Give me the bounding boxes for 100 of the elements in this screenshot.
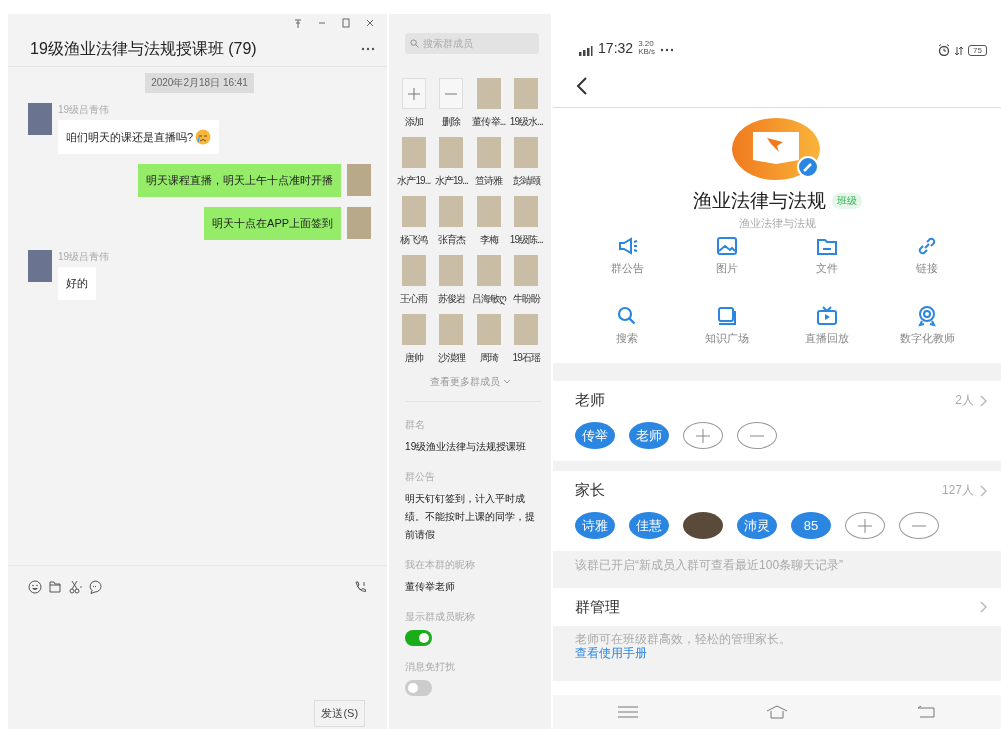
- plus-icon: [857, 517, 874, 534]
- member-name: 彭靖颐: [512, 174, 540, 188]
- feature-button[interactable]: 文件: [777, 233, 877, 293]
- tv-icon: [814, 304, 840, 328]
- scissors-icon[interactable]: [68, 580, 82, 594]
- member-name: 王心雨: [400, 292, 428, 306]
- add-member-button[interactable]: [845, 512, 886, 539]
- close-icon[interactable]: [365, 18, 376, 28]
- alarm-clock-icon: [938, 44, 951, 56]
- member-name: 水产19...: [397, 174, 431, 188]
- chat-bubble-icon[interactable]: [88, 580, 102, 594]
- member-name: 沙漠狸: [437, 351, 465, 365]
- more-members-link[interactable]: 查看更多群成员: [395, 375, 546, 389]
- chevron-right-icon[interactable]: [980, 484, 987, 497]
- maximize-icon[interactable]: [341, 18, 352, 28]
- message-bubble: 明天十点在APP上面签到: [204, 207, 342, 240]
- section-title: 老师: [575, 391, 606, 410]
- minus-icon: [749, 434, 766, 437]
- message-bubble: 好的: [58, 267, 96, 300]
- menu-icon[interactable]: [615, 705, 640, 719]
- toggle-switch[interactable]: [405, 680, 433, 696]
- phone-call-icon[interactable]: [353, 580, 368, 594]
- group-logo-icon[interactable]: [732, 118, 823, 180]
- back-icon[interactable]: [575, 76, 590, 95]
- send-button[interactable]: 发送(S): [314, 700, 366, 727]
- status-time: 17:32: [598, 40, 634, 56]
- member-avatar[interactable]: 老师: [629, 422, 670, 449]
- feature-button[interactable]: 搜索: [577, 303, 678, 363]
- member-name: 水产19...: [434, 174, 468, 188]
- toggle-switch[interactable]: [405, 630, 433, 646]
- member-name: 19级陈...: [509, 233, 543, 247]
- section-title[interactable]: 群管理: [575, 597, 621, 617]
- sender-name: 19级吕青伟: [58, 250, 110, 264]
- member-avatar[interactable]: 沛灵: [737, 512, 778, 539]
- member-avatar[interactable]: 佳慧: [629, 512, 670, 539]
- chat-title: 19级渔业法律与法规授课班 (79): [30, 38, 257, 59]
- remove-member-button[interactable]: [737, 422, 778, 449]
- member-name: 唐帅: [404, 351, 423, 365]
- member-name: 苏俊岩: [437, 292, 465, 306]
- member-avatar[interactable]: [683, 512, 724, 539]
- feature-button[interactable]: 直播回放: [777, 303, 877, 363]
- chevron-down-icon: [502, 379, 511, 385]
- plus-icon: [407, 87, 420, 100]
- member-name: 19级水...: [509, 115, 543, 129]
- toggle-label: 显示群成员昵称: [405, 610, 477, 624]
- minus-icon: [911, 524, 928, 527]
- member-name: 董传举...: [472, 115, 506, 129]
- member-name: 周琦: [479, 351, 498, 365]
- member-name: 牛盼盼: [512, 292, 540, 306]
- more-icon[interactable]: [361, 47, 376, 51]
- feature-button[interactable]: 链接: [877, 233, 977, 293]
- manual-link[interactable]: 查看使用手册: [575, 646, 979, 660]
- member-name: 删除: [442, 115, 461, 129]
- emoji-icon[interactable]: [28, 580, 42, 594]
- feature-button[interactable]: 群公告: [577, 233, 678, 293]
- class-tag: 班级: [831, 193, 862, 209]
- feature-button[interactable]: 图片: [677, 233, 778, 293]
- search-icon: [410, 39, 420, 48]
- member-count[interactable]: 127人: [941, 482, 974, 499]
- section-title: 家长: [575, 481, 606, 500]
- battery-level: 75: [968, 45, 987, 56]
- group-subtitle: 渔业法律与法规: [738, 216, 816, 231]
- feature-button[interactable]: 知识广场: [677, 303, 778, 363]
- field-label: 群公告: [405, 470, 437, 484]
- avatar-photo: [347, 207, 372, 239]
- member-name: 杨飞鸿: [400, 233, 428, 247]
- field-value: 董传举老师: [405, 580, 457, 594]
- notice-text: 该群已开启“新成员入群可查看最近100条聊天记录”: [575, 558, 844, 572]
- folder-icon[interactable]: [48, 580, 62, 594]
- chevron-right-icon[interactable]: [980, 601, 987, 613]
- avatar-photo: [28, 250, 52, 282]
- member-name: 张育杰: [437, 233, 465, 247]
- member-name: 笪诗雅: [475, 174, 503, 188]
- signal-icon: [579, 46, 594, 56]
- pin-icon[interactable]: [293, 18, 304, 28]
- member-avatar[interactable]: 诗雅: [575, 512, 616, 539]
- network-speed: 3.20 KB/s: [638, 40, 656, 56]
- add-member-button[interactable]: [683, 422, 724, 449]
- message-bubble: 明天课程直播，明天上午十点准时开播: [138, 164, 342, 197]
- avatar-photo: [347, 164, 372, 196]
- field-value: 明天钉钉签到，计入平时成绩。不能按时上课的同学，提前请假: [405, 492, 537, 542]
- group-name: 渔业法律与法规: [692, 189, 826, 213]
- member-avatar[interactable]: 传举: [575, 422, 616, 449]
- mobile-data-icon: [955, 46, 964, 56]
- member-name: 添加: [404, 115, 423, 129]
- minus-icon: [445, 92, 458, 95]
- sender-name: 19级吕青伟: [58, 103, 111, 117]
- field-label: 群名: [405, 418, 427, 432]
- hint-text: 老师可在班级群高效，轻松的管理家长。: [575, 632, 792, 646]
- member-name: 吕海敏ღ: [471, 292, 506, 306]
- field-value: 19级渔业法律与法规授课班: [405, 440, 528, 454]
- chevron-right-icon[interactable]: [980, 394, 987, 407]
- member-name: 19石瑶: [512, 351, 541, 365]
- avatar-photo: [28, 103, 52, 135]
- remove-member-button[interactable]: [899, 512, 940, 539]
- home-icon[interactable]: [765, 705, 789, 719]
- member-count[interactable]: 2人: [955, 392, 974, 409]
- feature-button[interactable]: 数字化教师: [877, 303, 977, 363]
- plus-icon: [695, 427, 712, 444]
- member-avatar[interactable]: 85: [791, 512, 832, 539]
